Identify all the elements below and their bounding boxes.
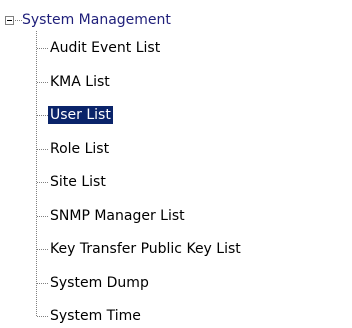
- navigation-tree: System Management Audit Event List KMA L…: [0, 0, 352, 325]
- tree-node-key-transfer-public-key-list[interactable]: Key Transfer Public Key List: [36, 237, 346, 261]
- tree-node-user-list[interactable]: User List: [36, 103, 346, 127]
- tree-connector: [37, 282, 48, 284]
- minus-icon: [7, 20, 12, 21]
- tree-node-role-list[interactable]: Role List: [36, 137, 346, 161]
- tree-node-label: Audit Event List: [50, 40, 161, 56]
- collapse-toggle-icon[interactable]: [5, 16, 14, 25]
- tree-node-label: User List: [48, 106, 113, 124]
- tree-node-label: KMA List: [50, 73, 110, 90]
- tree-node-label: Key Transfer Public Key List: [50, 241, 241, 257]
- tree-connector: [37, 215, 48, 217]
- tree-connector: [37, 48, 48, 49]
- tree-connector: [37, 249, 48, 250]
- tree-connector: [37, 182, 48, 183]
- tree-node-label: SNMP Manager List: [50, 207, 185, 224]
- tree-node-kma-list[interactable]: KMA List: [36, 70, 346, 94]
- tree-node-site-list[interactable]: Site List: [36, 170, 346, 194]
- tree-node-label: Role List: [50, 140, 110, 157]
- tree-connector: [37, 316, 48, 317]
- tree-connector: [37, 148, 48, 150]
- tree-node-snmp-manager-list[interactable]: SNMP Manager List: [36, 204, 346, 228]
- tree-connector: [37, 115, 48, 116]
- tree-node-label: Site List: [50, 174, 106, 190]
- tree-node-label: System Dump: [50, 274, 149, 291]
- tree-connector: [15, 20, 22, 21]
- tree-node-system-management[interactable]: System Management: [22, 11, 171, 29]
- tree-node-audit-event-list[interactable]: Audit Event List: [36, 36, 346, 60]
- tree-connector: [37, 81, 48, 83]
- tree-node-label: System Time: [50, 308, 141, 324]
- tree-node-system-time[interactable]: System Time: [36, 304, 346, 328]
- tree-node-system-dump[interactable]: System Dump: [36, 271, 346, 295]
